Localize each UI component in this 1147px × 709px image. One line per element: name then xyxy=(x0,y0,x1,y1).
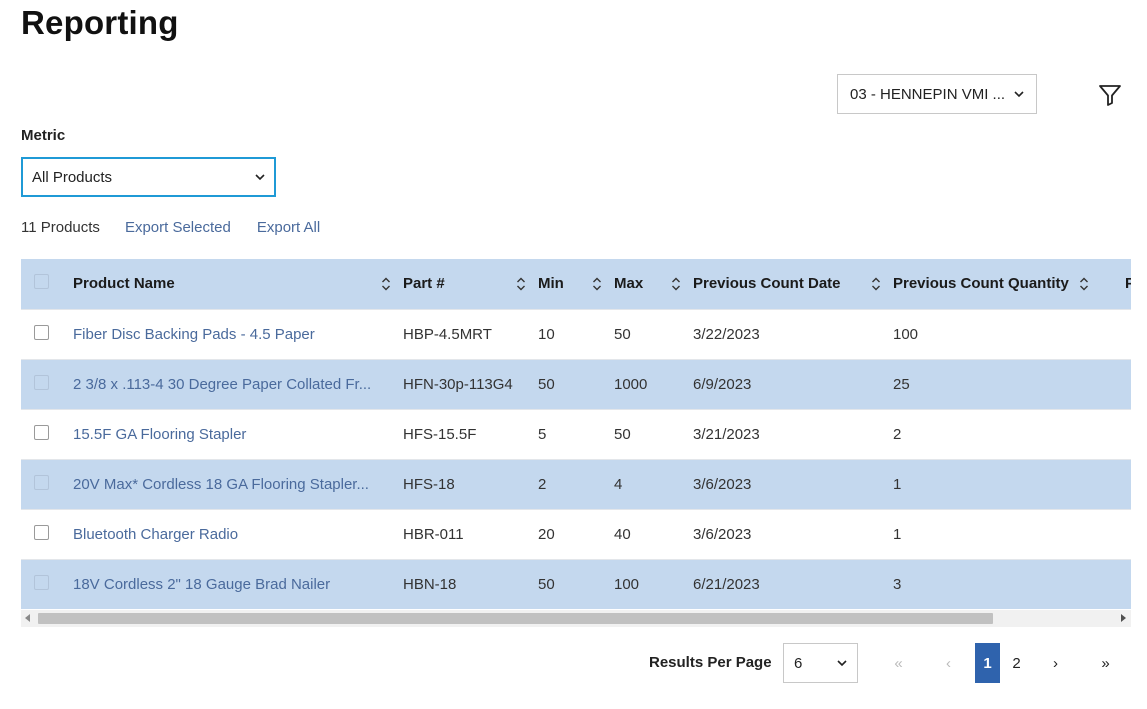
select-all-checkbox[interactable] xyxy=(34,274,49,290)
column-header-max[interactable]: Max xyxy=(614,259,693,309)
max-cell: 1000 xyxy=(614,375,648,393)
filter-icon[interactable] xyxy=(1097,82,1123,108)
sort-icon xyxy=(672,277,680,291)
table-row[interactable]: Bluetooth Charger Radio HBR-011 20 40 3/6/20… xyxy=(21,509,1131,559)
max-cell: 100 xyxy=(614,575,640,593)
last-page-button[interactable]: » xyxy=(1093,643,1118,683)
row-checkbox[interactable] xyxy=(34,424,49,440)
table-row[interactable]: Fiber Disc Backing Pads - 4.5 Paper HBP-4… xyxy=(21,309,1131,359)
previous-count-date-cell: 6/21/2023 xyxy=(693,575,760,593)
product-name-link[interactable]: 18V Cordless 2" 18 Gauge Brad Nailer xyxy=(73,559,403,609)
column-header-min[interactable]: Min xyxy=(538,259,614,309)
previous-count-quantity-cell: 25 xyxy=(893,375,910,393)
table-body: Fiber Disc Backing Pads - 4.5 Paper HBP-4… xyxy=(21,309,1131,609)
truncated-cell xyxy=(1125,359,1131,409)
page-2-button[interactable]: 2 xyxy=(1004,643,1029,683)
row-checkbox[interactable] xyxy=(34,374,49,390)
metric-label: Metric xyxy=(21,127,66,144)
truncated-cell xyxy=(1125,309,1131,359)
product-name-link[interactable]: 2 3/8 x .113-4 30 Degree Paper Collated … xyxy=(73,359,403,409)
metric-select-value: All Products xyxy=(32,168,113,186)
previous-count-quantity-cell: 3 xyxy=(893,575,902,593)
location-select-value: 03 - HENNEPIN VMI ... xyxy=(850,85,1006,103)
product-count: 11 Products xyxy=(21,219,100,236)
horizontal-scrollbar[interactable] xyxy=(21,610,1131,627)
chevron-down-icon xyxy=(1014,91,1024,98)
row-checkbox[interactable] xyxy=(34,474,49,490)
next-page-button[interactable]: › xyxy=(1043,643,1068,683)
previous-count-quantity-cell: 1 xyxy=(893,475,902,493)
previous-count-date-cell: 3/6/2023 xyxy=(693,475,752,493)
part-number-cell: HBR-011 xyxy=(403,525,464,543)
scrollbar-thumb[interactable] xyxy=(38,613,993,624)
sort-icon xyxy=(1079,277,1088,291)
part-number-cell: HBN-18 xyxy=(403,575,457,593)
product-name-link[interactable]: 20V Max* Cordless 18 GA Flooring Stapler… xyxy=(73,459,403,509)
scroll-left-icon[interactable] xyxy=(25,614,30,622)
location-select[interactable]: 03 - HENNEPIN VMI ... xyxy=(837,74,1037,114)
truncated-cell xyxy=(1125,459,1131,509)
results-per-page-label: Results Per Page xyxy=(649,654,772,671)
product-name-link[interactable]: 15.5F GA Flooring Stapler xyxy=(73,409,403,459)
results-per-page-value: 6 xyxy=(794,654,803,672)
table-row[interactable]: 20V Max* Cordless 18 GA Flooring Stapler… xyxy=(21,459,1131,509)
table-row[interactable]: 2 3/8 x .113-4 30 Degree Paper Collated … xyxy=(21,359,1131,409)
max-cell: 50 xyxy=(614,325,631,343)
previous-count-date-cell: 3/22/2023 xyxy=(693,325,760,343)
page-1-button[interactable]: 1 xyxy=(975,643,1000,683)
page-title: Reporting xyxy=(21,4,179,41)
product-name-link[interactable]: Fiber Disc Backing Pads - 4.5 Paper xyxy=(73,309,403,359)
column-header-previous-count-quantity[interactable]: Previous Count Quantity xyxy=(893,259,1125,309)
min-cell: 50 xyxy=(538,575,555,593)
previous-count-quantity-cell: 100 xyxy=(893,325,919,343)
part-number-cell: HFN-30p-113G4 xyxy=(403,375,513,393)
previous-page-button[interactable]: ‹ xyxy=(936,643,961,683)
row-checkbox[interactable] xyxy=(34,324,49,340)
products-table-container: Product Name Part # Min Max Previous Cou… xyxy=(21,259,1131,627)
sort-icon xyxy=(872,277,880,291)
previous-count-date-cell: 3/21/2023 xyxy=(693,425,760,443)
row-checkbox[interactable] xyxy=(34,524,49,540)
min-cell: 5 xyxy=(538,425,547,443)
export-all-link[interactable]: Export All xyxy=(257,219,320,236)
column-header-previous-count-date[interactable]: Previous Count Date xyxy=(693,259,893,309)
results-per-page-select[interactable]: 6 xyxy=(783,643,858,683)
min-cell: 10 xyxy=(538,325,555,343)
sort-icon xyxy=(517,277,525,291)
chevron-down-icon xyxy=(837,660,847,667)
chevron-down-icon xyxy=(255,174,265,181)
max-cell: 50 xyxy=(614,425,631,443)
row-checkbox[interactable] xyxy=(34,574,49,590)
export-selected-link[interactable]: Export Selected xyxy=(125,219,231,236)
product-name-link[interactable]: Bluetooth Charger Radio xyxy=(73,509,403,559)
sort-icon xyxy=(382,277,390,291)
table-header-row: Product Name Part # Min Max Previous Cou… xyxy=(21,259,1131,309)
table-row[interactable]: 15.5F GA Flooring Stapler HFS-15.5F 5 50 3/2… xyxy=(21,409,1131,459)
table-row[interactable]: 18V Cordless 2" 18 Gauge Brad Nailer HBN-… xyxy=(21,559,1131,609)
part-number-cell: HFS-18 xyxy=(403,475,455,493)
products-table: Product Name Part # Min Max Previous Cou… xyxy=(21,259,1131,609)
previous-count-date-cell: 3/6/2023 xyxy=(693,525,752,543)
previous-count-date-cell: 6/9/2023 xyxy=(693,375,752,393)
previous-count-quantity-cell: 2 xyxy=(893,425,902,443)
first-page-button[interactable]: « xyxy=(886,643,911,683)
previous-count-quantity-cell: 1 xyxy=(893,525,902,543)
truncated-cell xyxy=(1125,509,1131,559)
part-number-cell: HFS-15.5F xyxy=(403,425,477,443)
metric-select[interactable]: All Products xyxy=(21,157,276,197)
max-cell: 4 xyxy=(614,475,623,493)
max-cell: 40 xyxy=(614,525,631,543)
truncated-cell xyxy=(1125,409,1131,459)
truncated-cell xyxy=(1125,559,1131,609)
min-cell: 2 xyxy=(538,475,547,493)
min-cell: 20 xyxy=(538,525,555,543)
part-number-cell: HBP-4.5MRT xyxy=(403,325,492,343)
column-header-part[interactable]: Part # xyxy=(403,259,538,309)
scroll-right-icon[interactable] xyxy=(1121,614,1126,622)
min-cell: 50 xyxy=(538,375,555,393)
sort-icon xyxy=(593,277,601,291)
table-toolbar: 11 Products Export Selected Export All xyxy=(21,219,346,236)
column-header-product-name[interactable]: Product Name xyxy=(73,259,403,309)
column-header-truncated[interactable]: P xyxy=(1125,259,1131,309)
